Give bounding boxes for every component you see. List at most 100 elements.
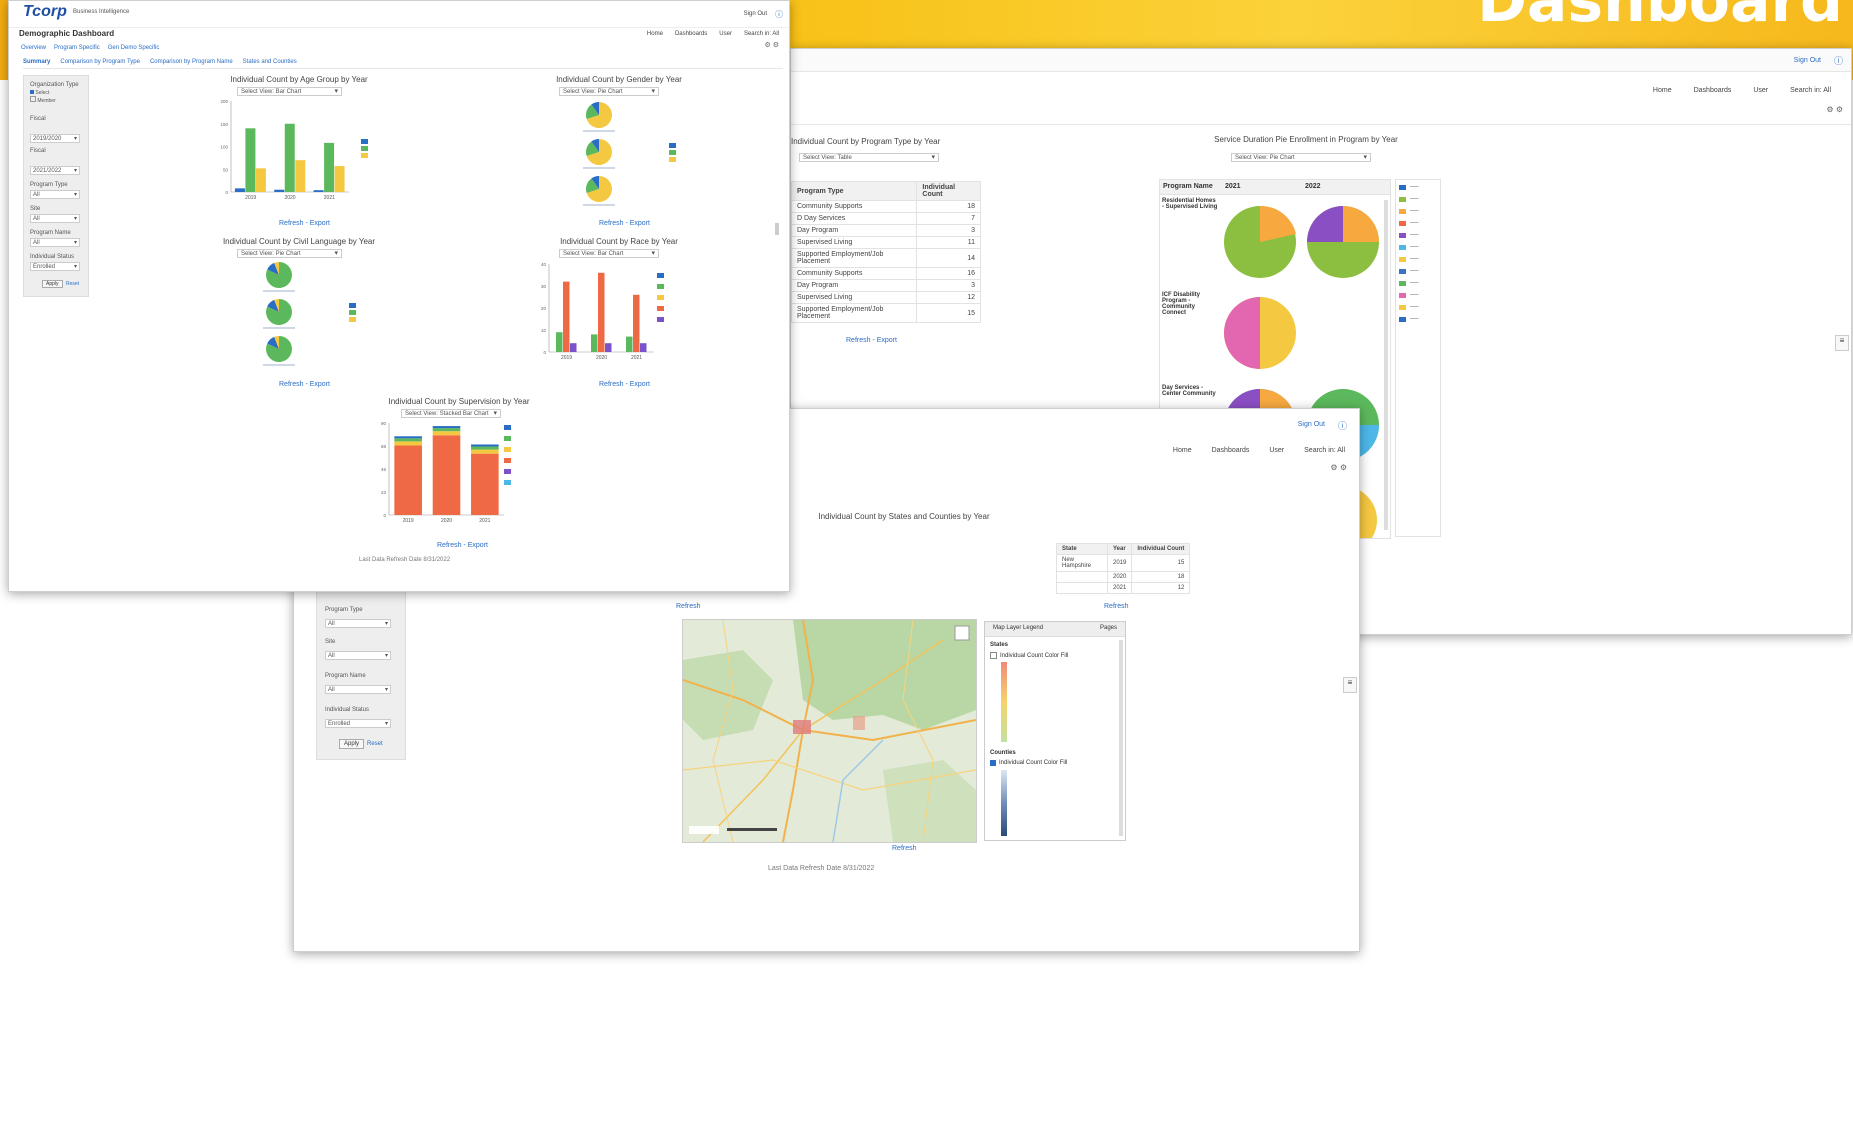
legend-item bbox=[657, 284, 664, 289]
legend-refresh-link[interactable]: Refresh bbox=[892, 845, 917, 852]
legend-counties-item[interactable]: Individual Count Color Fill bbox=[990, 760, 1067, 766]
individual-status-select[interactable]: Enrolled bbox=[325, 719, 391, 728]
bar bbox=[591, 334, 598, 352]
menu-user[interactable]: User bbox=[1269, 447, 1284, 454]
left-refresh-link[interactable]: Refresh bbox=[676, 603, 701, 610]
menu-user[interactable]: User bbox=[719, 31, 732, 37]
column-header[interactable]: Year bbox=[1106, 543, 1133, 555]
county-highlight[interactable] bbox=[853, 716, 865, 730]
gender-view-select[interactable]: Select View: Pie Chart bbox=[559, 87, 659, 96]
legend-item: ── bbox=[1399, 208, 1437, 214]
map-legend-pages-button[interactable]: Pages bbox=[1100, 625, 1117, 631]
age-view-select[interactable]: Select View: Bar Chart bbox=[237, 87, 342, 96]
main-scrollbar[interactable] bbox=[775, 223, 779, 235]
tab-program-specific[interactable]: Program Specific bbox=[54, 45, 100, 51]
pie-table-scrollbar[interactable] bbox=[1384, 200, 1388, 530]
collapse-panel-icon[interactable]: ≡ bbox=[1835, 335, 1849, 351]
bar-segment bbox=[394, 441, 422, 446]
legend-item: ── bbox=[1399, 244, 1437, 250]
legend-item bbox=[657, 273, 664, 278]
legend-checkbox-checked[interactable] bbox=[990, 760, 996, 766]
table-cell: 2019 bbox=[1106, 554, 1133, 572]
filter-option-label: Member bbox=[37, 98, 56, 104]
column-header[interactable]: State bbox=[1056, 543, 1108, 555]
signout-link[interactable]: Sign Out bbox=[744, 11, 767, 17]
help-icon[interactable]: ⓘ bbox=[1338, 419, 1347, 432]
enrollment-pie-view-select[interactable]: Select View: Pie Chart bbox=[1231, 153, 1371, 162]
county-map[interactable] bbox=[682, 619, 977, 843]
signout-link[interactable]: Sign Out bbox=[1794, 57, 1821, 64]
menu-dashboards[interactable]: Dashboards bbox=[675, 31, 707, 37]
language-view-select[interactable]: Select View: Pie Chart bbox=[237, 249, 342, 258]
table-row: D Day Services 7 bbox=[790, 212, 981, 225]
legend-states-item[interactable]: Individual Count Color Fill bbox=[990, 652, 1068, 659]
page-options-icon[interactable]: ⚙ ⚙ bbox=[1330, 463, 1347, 472]
table-row: Community Supports 16 bbox=[790, 267, 981, 280]
program-name-select[interactable]: All bbox=[325, 685, 391, 694]
column-header[interactable]: Individual Count bbox=[1131, 543, 1191, 555]
page-options-icon[interactable]: ⚙ ⚙ bbox=[765, 41, 780, 49]
apply-button[interactable]: Apply bbox=[339, 739, 365, 749]
menu-user[interactable]: User bbox=[1753, 87, 1768, 94]
nav-tabs: Overview Program Specific Gen Demo Speci… bbox=[21, 45, 159, 51]
help-icon[interactable]: ⓘ bbox=[1834, 54, 1843, 67]
dashboard-title: Demographic Dashboard bbox=[19, 29, 115, 38]
subtabs: Summary Comparison by Program Type Compa… bbox=[23, 59, 783, 69]
bar bbox=[598, 272, 605, 352]
map-legend-header: Map Layer Legend Pages bbox=[985, 622, 1125, 637]
language-chart-links[interactable]: Refresh - Export bbox=[279, 381, 330, 388]
filter-label: Site bbox=[325, 639, 336, 645]
bar bbox=[605, 343, 612, 352]
menu-dashboards[interactable]: Dashboards bbox=[1694, 87, 1732, 94]
age-chart-links[interactable]: Refresh - Export bbox=[279, 220, 330, 227]
subtab-summary[interactable]: Summary bbox=[23, 59, 50, 65]
table-cell: 16 bbox=[916, 267, 981, 280]
counties-color-ramp bbox=[1001, 770, 1007, 836]
legend-scrollbar[interactable] bbox=[1119, 640, 1123, 836]
menu-home[interactable]: Home bbox=[1173, 447, 1192, 454]
individual-status-select[interactable]: Enrolled bbox=[30, 262, 80, 271]
column-header[interactable]: Program Type bbox=[790, 181, 918, 201]
table-refresh-link[interactable]: Refresh bbox=[1104, 603, 1129, 610]
program-name-select[interactable]: All bbox=[30, 238, 80, 247]
program-type-select[interactable]: All bbox=[325, 619, 391, 628]
table-row: 2020 18 bbox=[1056, 571, 1191, 583]
site-select[interactable]: All bbox=[325, 651, 391, 660]
apply-button[interactable]: Apply bbox=[42, 280, 63, 288]
race-chart-links[interactable]: Refresh - Export bbox=[599, 381, 650, 388]
program-table-links[interactable]: Refresh - Export bbox=[846, 337, 897, 344]
signout-link[interactable]: Sign Out bbox=[1298, 421, 1325, 428]
tab-overview[interactable]: Overview bbox=[21, 45, 46, 51]
table-cell: Supervised Living bbox=[790, 291, 918, 304]
subtab-states-counties[interactable]: States and Counties bbox=[243, 59, 297, 65]
fiscal-start-select[interactable]: 2019/2020 bbox=[30, 134, 80, 143]
gender-chart-links[interactable]: Refresh - Export bbox=[599, 220, 650, 227]
program-type-select[interactable]: All bbox=[30, 190, 80, 199]
subtab-program-name[interactable]: Comparison by Program Name bbox=[150, 59, 233, 65]
fullscreen-icon[interactable] bbox=[954, 625, 970, 641]
county-highlight[interactable] bbox=[793, 720, 811, 734]
menu-home[interactable]: Home bbox=[1653, 87, 1672, 94]
menu-home[interactable]: Home bbox=[647, 31, 663, 37]
program-table-view-select[interactable]: Select View: Table bbox=[799, 153, 939, 162]
menu-search[interactable]: Search in: All bbox=[1790, 87, 1831, 94]
legend-checkbox[interactable] bbox=[990, 652, 997, 659]
menu-dashboards[interactable]: Dashboards bbox=[1212, 447, 1250, 454]
reset-link[interactable]: Reset bbox=[367, 741, 383, 747]
site-select[interactable]: All bbox=[30, 214, 80, 223]
column-header[interactable]: Individual Count bbox=[916, 181, 981, 201]
tab-gen-demo[interactable]: Gen Demo Specific bbox=[108, 45, 160, 51]
menu-search[interactable]: Search in: All bbox=[744, 31, 779, 37]
bar bbox=[640, 343, 647, 352]
page-options-icon[interactable]: ⚙ ⚙ bbox=[1826, 105, 1843, 114]
filter-option[interactable]: Member bbox=[30, 96, 56, 104]
subtab-program-type[interactable]: Comparison by Program Type bbox=[60, 59, 140, 65]
supervision-chart-links[interactable]: Refresh - Export bbox=[437, 542, 488, 549]
collapse-panel-icon[interactable]: ≡ bbox=[1343, 677, 1357, 693]
menu-search[interactable]: Search in: All bbox=[1304, 447, 1345, 454]
bar-segment bbox=[432, 428, 461, 432]
reset-link[interactable]: Reset bbox=[66, 281, 79, 287]
legend-item: ── bbox=[1399, 256, 1437, 262]
fiscal-end-select[interactable]: 2021/2022 bbox=[30, 166, 80, 175]
help-icon[interactable]: ⓘ bbox=[775, 9, 783, 20]
